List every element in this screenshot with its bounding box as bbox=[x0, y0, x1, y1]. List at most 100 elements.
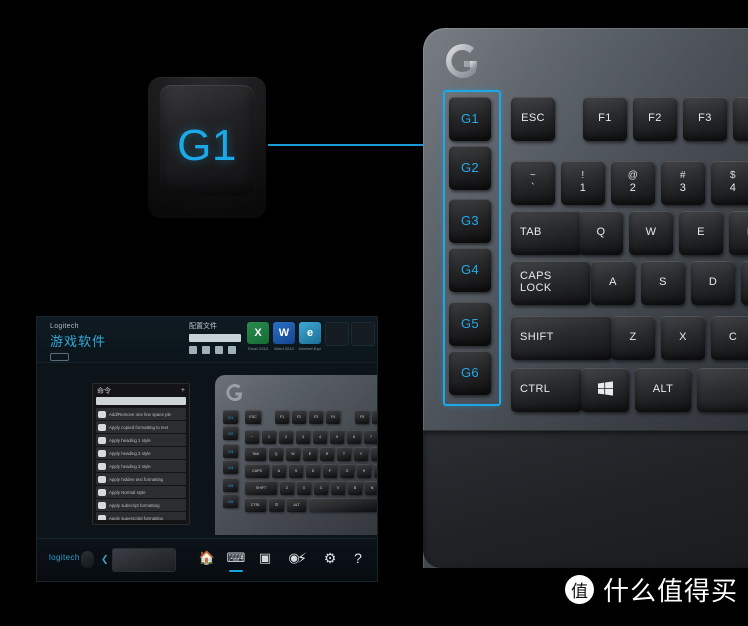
key-label: TAB bbox=[520, 226, 542, 239]
folder-icon[interactable] bbox=[215, 346, 223, 354]
bottom-right-icons: ⚡ ⚙ ? bbox=[293, 548, 367, 568]
key-label: G1 bbox=[461, 110, 479, 126]
key-z[interactable]: Z bbox=[611, 316, 655, 360]
profile-search-input[interactable] bbox=[189, 334, 241, 342]
prev-device-arrow-icon[interactable]: ❮ bbox=[101, 554, 109, 565]
key-label: D bbox=[708, 276, 718, 289]
commands-search-input[interactable] bbox=[96, 397, 186, 405]
app-tile-empty-2[interactable] bbox=[351, 322, 375, 351]
key-s[interactable]: S bbox=[641, 261, 685, 305]
key-label: CTRL bbox=[520, 383, 551, 396]
keyboard-assign-icon[interactable]: ⌨ bbox=[226, 548, 246, 572]
list-item[interactable]: Apply hidden text formatting bbox=[96, 473, 186, 485]
app-tile-excel[interactable]: X Excel 2013 bbox=[247, 322, 269, 351]
key-c[interactable]: C bbox=[711, 316, 748, 360]
key-1[interactable]: ! 1 bbox=[561, 161, 605, 205]
software-brand-line1: Logitech bbox=[50, 323, 79, 330]
key-label: X bbox=[679, 331, 687, 344]
key-f[interactable]: F bbox=[741, 261, 748, 305]
list-item[interactable]: Apply superscript formatting bbox=[96, 512, 186, 520]
app-tile-empty-3[interactable] bbox=[377, 322, 378, 351]
software-bottom-bar: logitech G ❮ 🏠 ⌨ ▣ ◉ ⚡ ⚙ ? bbox=[37, 538, 377, 581]
commands-panel-header: 命令 + bbox=[93, 384, 189, 397]
key-3[interactable]: # 3 bbox=[661, 161, 705, 205]
key-tilde[interactable]: ~ ` bbox=[511, 161, 555, 205]
key-g2[interactable]: G2 bbox=[449, 146, 491, 190]
key-tab[interactable]: TAB bbox=[511, 211, 582, 255]
key-d[interactable]: D bbox=[691, 261, 735, 305]
key-x[interactable]: X bbox=[661, 316, 705, 360]
key-label: @ 2 bbox=[627, 169, 639, 195]
gear-icon[interactable]: ⚙ bbox=[321, 548, 339, 568]
software-keyboard-preview[interactable]: G1 G2 G3 G4 G5 G6 ESC F1 F2 F3 F4 F5 F6 … bbox=[215, 375, 377, 535]
app-tile-empty-1[interactable] bbox=[325, 322, 349, 351]
key-space[interactable] bbox=[697, 368, 748, 412]
list-item[interactable]: Add/Remove one line space ple bbox=[96, 408, 186, 420]
list-item-label: Apply heading 3 style bbox=[109, 463, 151, 469]
key-w[interactable]: W bbox=[629, 211, 673, 255]
profile-toolbar bbox=[189, 346, 241, 354]
list-item[interactable]: Apply copied formatting to text bbox=[96, 421, 186, 433]
list-item[interactable]: Apply subscript formatting bbox=[96, 499, 186, 511]
keyboard-body: G1 G2 G3 G4 G5 G6 ESC F1 F2 F3 F4 ~ ` ! … bbox=[423, 28, 748, 568]
print-icon[interactable] bbox=[228, 346, 236, 354]
key-g3[interactable]: G3 bbox=[449, 199, 491, 243]
software-brand: Logitech 游戏软件 bbox=[50, 323, 106, 361]
add-command-button[interactable]: + bbox=[181, 387, 185, 394]
key-alt[interactable]: ALT bbox=[635, 368, 691, 412]
mouse-device-icon[interactable] bbox=[81, 551, 94, 568]
lighting-icon[interactable]: ▣ bbox=[255, 548, 275, 568]
key-e[interactable]: E bbox=[679, 211, 723, 255]
lightning-icon[interactable]: ⚡ bbox=[293, 548, 311, 568]
software-brand-pill bbox=[50, 353, 69, 361]
key-q[interactable]: Q bbox=[579, 211, 623, 255]
key-label: A bbox=[609, 276, 617, 289]
app-tile-word[interactable]: W Word 2013 bbox=[273, 322, 295, 351]
command-icon bbox=[98, 501, 106, 509]
help-icon[interactable]: ? bbox=[349, 548, 367, 568]
key-f2[interactable]: F2 bbox=[633, 97, 677, 141]
callout-connector-line bbox=[268, 144, 446, 146]
key-f1[interactable]: F1 bbox=[583, 97, 627, 141]
key-g6[interactable]: G6 bbox=[449, 351, 491, 395]
empty-slot-icon bbox=[325, 322, 349, 346]
key-f4[interactable]: F4 bbox=[733, 97, 748, 141]
list-item-label: Apply subscript formatting bbox=[109, 502, 160, 508]
key-2[interactable]: @ 2 bbox=[611, 161, 655, 205]
command-icon bbox=[98, 449, 106, 457]
key-g4[interactable]: G4 bbox=[449, 248, 491, 292]
key-r[interactable]: R bbox=[729, 211, 748, 255]
watermark-badge: 值 bbox=[564, 575, 594, 604]
keyboard-palm-rest bbox=[423, 430, 748, 568]
key-shift[interactable]: SHIFT bbox=[511, 316, 612, 360]
list-item-label: Apply Normal style bbox=[109, 489, 146, 495]
empty-slot-icon bbox=[377, 322, 378, 346]
list-item[interactable]: Apply heading 1 style bbox=[96, 434, 186, 446]
word-icon: W bbox=[273, 322, 295, 344]
list-item[interactable]: Apply Normal style bbox=[96, 486, 186, 498]
key-a[interactable]: A bbox=[591, 261, 635, 305]
list-item[interactable]: Apply heading 2 style bbox=[96, 447, 186, 459]
key-esc[interactable]: ESC bbox=[511, 97, 555, 141]
list-item[interactable]: Apply heading 3 style bbox=[96, 460, 186, 472]
key-g1[interactable]: G1 bbox=[449, 97, 491, 141]
logitech-g-logo-icon bbox=[443, 40, 483, 82]
key-label: G6 bbox=[461, 364, 479, 380]
app-tile-label: Word 2013 bbox=[274, 346, 294, 351]
key-label: CAPS LOCK bbox=[520, 270, 552, 294]
key-g5[interactable]: G5 bbox=[449, 302, 491, 346]
key-windows[interactable] bbox=[581, 368, 629, 412]
add-icon[interactable] bbox=[189, 346, 197, 354]
commands-list[interactable]: Add/Remove one line space ple Apply copi… bbox=[96, 408, 186, 520]
key-ctrl[interactable]: CTRL bbox=[511, 368, 582, 412]
key-label: G3 bbox=[461, 212, 479, 228]
key-4[interactable]: $ 4 bbox=[711, 161, 748, 205]
key-f3[interactable]: F3 bbox=[683, 97, 727, 141]
keyboard-device-thumbnail[interactable] bbox=[112, 548, 176, 572]
list-item-label: Apply heading 2 style bbox=[109, 450, 151, 456]
clock-icon[interactable] bbox=[202, 346, 210, 354]
app-tile-ie[interactable]: e Internet Explorer bbox=[299, 322, 321, 351]
key-caps-lock[interactable]: CAPS LOCK bbox=[511, 261, 590, 305]
profile-section: 配置文件 bbox=[189, 321, 241, 354]
home-icon[interactable]: 🏠 bbox=[197, 548, 217, 568]
